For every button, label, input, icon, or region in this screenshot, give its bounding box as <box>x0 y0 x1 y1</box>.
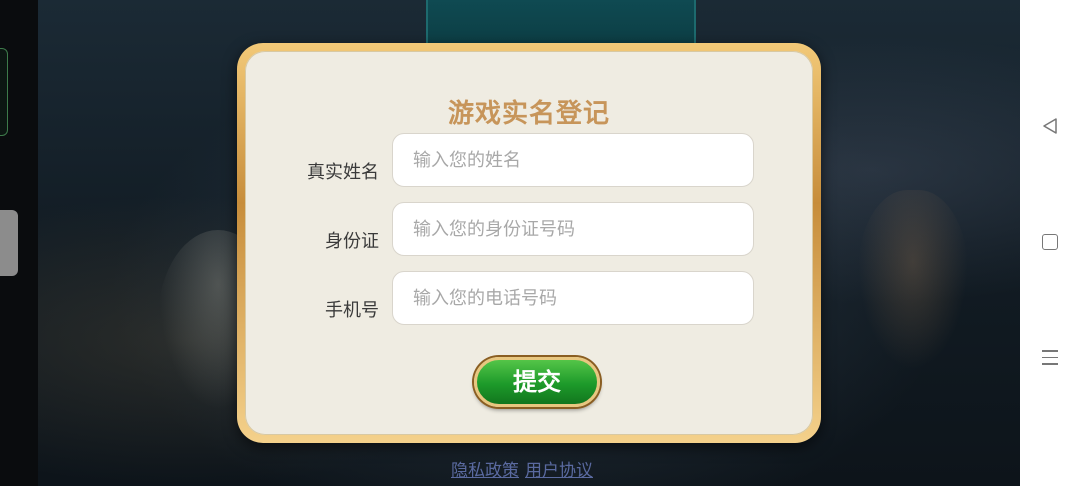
system-nav-bar <box>1020 0 1080 486</box>
menu-lines-icon[interactable] <box>1042 350 1058 370</box>
footer-links: 隐私政策 用户协议 <box>451 456 599 481</box>
left-edge-handle[interactable] <box>0 210 18 276</box>
left-edge-tab[interactable] <box>0 48 8 136</box>
kids-characters <box>858 190 968 370</box>
left-side-strip <box>0 0 38 486</box>
user-agreement-link[interactable]: 用户协议 <box>525 461 593 481</box>
dialog-title: 游戏实名登记 <box>447 99 610 129</box>
id-card-input[interactable] <box>392 202 754 256</box>
home-square-icon[interactable] <box>1042 234 1058 250</box>
privacy-policy-link[interactable]: 隐私政策 <box>451 461 519 481</box>
id-card-label: 身份证 <box>325 231 379 252</box>
phone-label: 手机号 <box>325 300 379 321</box>
back-triangle-icon[interactable] <box>1041 117 1059 135</box>
dialog-panel: 游戏实名登记 真实姓名 身份证 手机号 提交 <box>245 51 813 435</box>
real-name-input[interactable] <box>392 133 754 187</box>
realname-dialog: 游戏实名登记 真实姓名 身份证 手机号 提交 <box>237 43 821 443</box>
name-label: 真实姓名 <box>307 162 379 183</box>
submit-button[interactable]: 提交 <box>474 357 600 407</box>
phone-input[interactable] <box>392 271 754 325</box>
